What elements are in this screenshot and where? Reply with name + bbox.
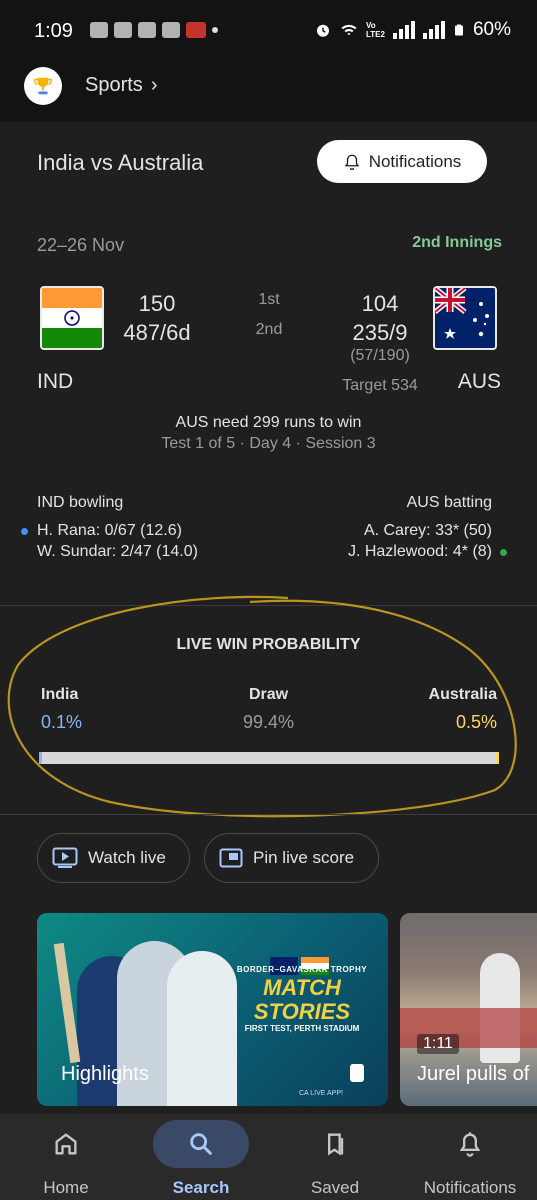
volte-indicator: Vo LTE2 bbox=[366, 21, 385, 39]
win-probability-title: LIVE WIN PROBABILITY bbox=[176, 636, 361, 653]
on-strike-dot bbox=[500, 549, 507, 556]
bell-icon bbox=[459, 1132, 481, 1157]
bottom-navigation: Home Search Saved Notifications bbox=[0, 1114, 537, 1200]
divider bbox=[0, 605, 537, 606]
india-flag-graphic bbox=[42, 288, 102, 348]
app-notification-icon bbox=[114, 22, 132, 38]
match-title: India vs Australia bbox=[37, 150, 204, 175]
australia-score-2nd: 235/9 bbox=[352, 320, 408, 345]
video-title: Highlights bbox=[61, 1063, 149, 1085]
team-australia-abbr: AUS bbox=[457, 370, 501, 393]
divider bbox=[0, 814, 537, 815]
india-score-2nd: 487/6d bbox=[123, 320, 191, 345]
bell-plus-icon bbox=[344, 154, 359, 170]
wp-india-segment bbox=[39, 752, 42, 764]
video-duration: 1:11 bbox=[417, 1034, 459, 1054]
match-dates: 22–26 Nov bbox=[37, 235, 125, 255]
batter-1: A. Carey: 33* (50) bbox=[363, 522, 492, 539]
sports-header: Sports › bbox=[0, 64, 537, 122]
picture-in-picture-icon bbox=[219, 848, 243, 868]
wp-australia-segment bbox=[496, 752, 499, 764]
nav-icon-wrap bbox=[18, 1120, 114, 1168]
overlay-subline: FIRST TEST, PERTH STADIUM bbox=[244, 1024, 360, 1033]
alarm-icon bbox=[317, 24, 329, 37]
search-icon bbox=[190, 1133, 212, 1155]
batting-heading: AUS batting bbox=[406, 494, 492, 511]
bowler-2: W. Sundar: 2/47 (14.0) bbox=[37, 543, 198, 560]
home-icon bbox=[55, 1133, 77, 1155]
nav-saved-label: Saved bbox=[310, 1178, 360, 1197]
status-time: 1:09 bbox=[34, 20, 73, 42]
lte-label: LTE2 bbox=[366, 30, 385, 39]
nav-icon-wrap bbox=[287, 1120, 383, 1168]
app-notification-icon bbox=[162, 22, 180, 38]
win-probability-bar bbox=[39, 752, 499, 764]
wp-australia-label: Australia bbox=[428, 686, 497, 703]
current-bowler-dot bbox=[21, 528, 28, 535]
breadcrumb[interactable]: Sports › bbox=[85, 74, 157, 97]
app-notification-icon bbox=[90, 22, 108, 38]
match-stories-graphic: BORDER–GAVASKAR TROPHY MATCH STORIES FIR… bbox=[217, 965, 387, 1033]
trophy-icon[interactable] bbox=[24, 67, 62, 105]
nav-search-label: Search bbox=[172, 1178, 230, 1197]
overlay-subtitle: BORDER–GAVASKAR TROPHY bbox=[236, 965, 368, 974]
more-notifications-dot bbox=[212, 27, 218, 33]
wifi-icon bbox=[341, 24, 357, 36]
australia-overs: (57/190) bbox=[350, 347, 410, 364]
batter-2: J. Hazlewood: 4* (8) bbox=[347, 543, 492, 560]
australia-flag-graphic bbox=[435, 288, 495, 348]
notifications-button[interactable]: Notifications bbox=[317, 140, 487, 183]
australia-score-1st: 104 bbox=[361, 291, 399, 316]
shorts-icon bbox=[350, 1064, 364, 1082]
australia-flag-icon bbox=[433, 286, 497, 350]
notification-icons bbox=[90, 22, 218, 38]
bowling-heading: IND bowling bbox=[37, 494, 124, 511]
watch-live-button[interactable]: Watch live bbox=[37, 833, 190, 883]
breadcrumb-sports[interactable]: Sports bbox=[85, 74, 143, 97]
chevron-right-icon: › bbox=[150, 74, 158, 96]
signal-icon bbox=[392, 21, 415, 39]
signal-icon bbox=[422, 21, 445, 39]
nav-icon-wrap bbox=[153, 1120, 249, 1168]
watch-live-label: Watch live bbox=[88, 848, 166, 867]
target-text: Target 534 bbox=[342, 377, 418, 394]
bowler-1: H. Rana: 0/67 (12.6) bbox=[37, 522, 182, 539]
wp-australia-value: 0.5% bbox=[455, 712, 497, 732]
india-score-1st: 150 bbox=[138, 291, 176, 316]
pin-live-score-button[interactable]: Pin live score bbox=[204, 833, 379, 883]
notifications-label: Notifications bbox=[368, 151, 462, 171]
innings-status: 2nd Innings bbox=[412, 234, 502, 251]
tv-play-icon bbox=[52, 847, 78, 868]
innings-label-2nd: 2nd bbox=[255, 321, 283, 338]
app-notification-icon bbox=[186, 22, 206, 38]
overlay-title: MATCH STORIES bbox=[253, 975, 351, 1024]
app-notification-icon bbox=[138, 22, 156, 38]
status-right: Vo LTE2 60% bbox=[314, 19, 511, 41]
pin-live-score-label: Pin live score bbox=[253, 848, 355, 867]
nav-home-label: Home bbox=[43, 1178, 89, 1197]
hand-drawn-highlight-circle bbox=[7, 595, 517, 818]
runs-needed: AUS need 299 runs to win bbox=[175, 414, 362, 431]
volte-label: Vo bbox=[366, 21, 376, 30]
video-title: Jurel pulls of bbox=[417, 1063, 530, 1085]
battery-icon bbox=[454, 24, 463, 36]
innings-label-1st: 1st bbox=[258, 291, 280, 308]
trophy-glyph bbox=[34, 77, 52, 95]
video-card-jurel[interactable]: 1:11 Jurel pulls of bbox=[400, 913, 537, 1106]
india-flag-icon bbox=[40, 286, 104, 350]
battery-level: 60% bbox=[472, 19, 511, 40]
overlay-tag: CA LIVE APP! bbox=[299, 1090, 343, 1097]
nav-icon-wrap bbox=[422, 1120, 518, 1168]
status-bar: 1:09 Vo LTE2 60% bbox=[0, 0, 537, 64]
session-info: Test 1 of 5 · Day 4 · Session 3 bbox=[161, 435, 376, 452]
team-india-abbr: IND bbox=[37, 370, 74, 393]
nav-notifications-label: Notifications bbox=[423, 1178, 517, 1197]
video-card-highlights[interactable]: BORDER–GAVASKAR TROPHY MATCH STORIES FIR… bbox=[37, 913, 388, 1106]
bookmarks-icon bbox=[328, 1133, 344, 1156]
